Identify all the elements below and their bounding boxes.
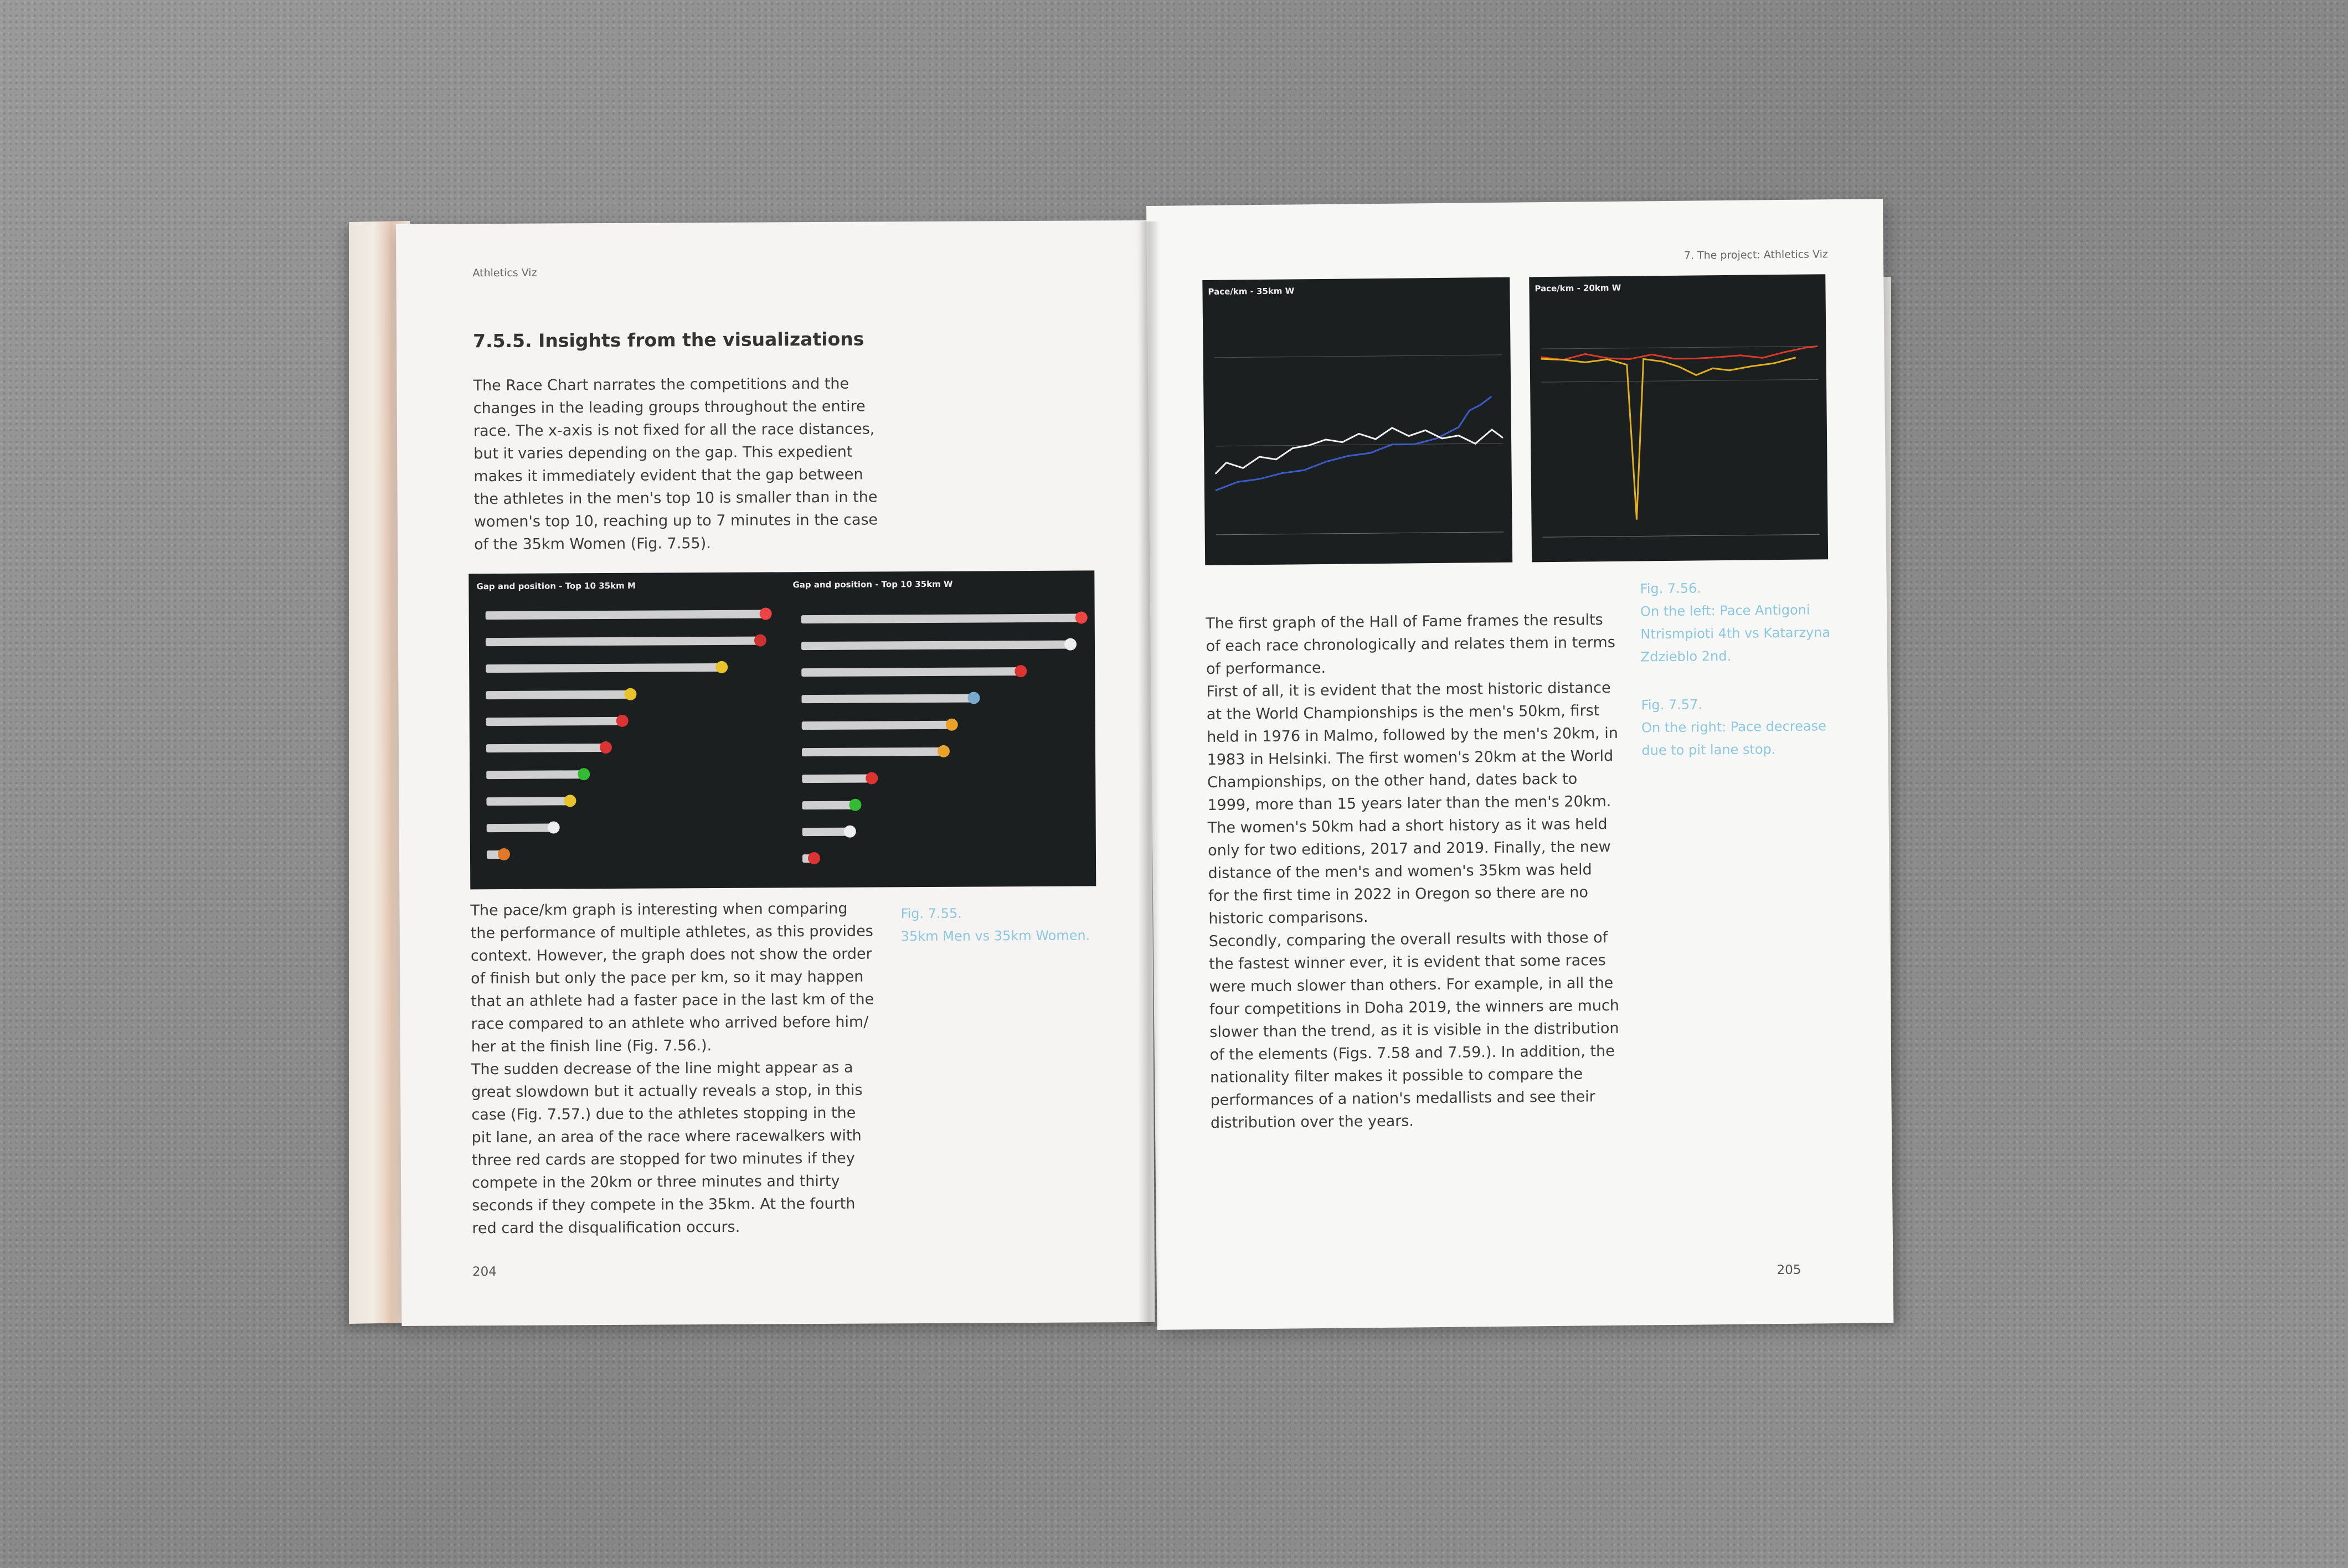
figure-left-title: Gap and position - Top 10 35km M (476, 580, 636, 592)
bar (486, 823, 553, 833)
flag-dot (866, 772, 878, 785)
flag-dot (807, 852, 821, 865)
flag-dot (967, 692, 980, 704)
bar (486, 716, 622, 726)
caption-fig-7-57: Fig. 7.57. On the right: Pace decrease d… (1641, 697, 1827, 759)
flag-dot (945, 718, 958, 731)
bar (485, 636, 760, 647)
flag-dot (843, 825, 856, 838)
pace-chart-20km-women: Pace/km - 20km W (1529, 274, 1829, 563)
bar (801, 667, 1021, 677)
chart1-lines (1214, 354, 1504, 535)
pace-chart-35km-women: Pace/km - 35km W (1202, 277, 1513, 566)
bar (801, 747, 944, 757)
flag-dot (547, 821, 560, 834)
bar (486, 797, 570, 806)
figure-gap-position: Gap and position - Top 10 35km M Gap and… (468, 570, 1096, 890)
bar (801, 720, 951, 730)
flag-dot (1015, 665, 1027, 678)
flag-dot (754, 634, 767, 647)
paragraph-race-chart: The Race Chart narrates the competitions… (473, 375, 878, 554)
figure-right-title: Gap and position - Top 10 35km W (792, 579, 953, 590)
paragraph-hall-of-fame: The first graph of the Hall of Fame fram… (1206, 611, 1620, 1132)
running-head-right: 7. The project: Athletics Viz (1683, 248, 1828, 262)
running-head-left: Athletics Viz (472, 266, 537, 280)
bar (801, 640, 1070, 651)
right-page: 7. The project: Athletics Viz Pace/km - … (1146, 199, 1894, 1330)
bar (802, 827, 849, 837)
flag-dot (564, 795, 576, 807)
flag-dot (599, 741, 612, 754)
bar (486, 663, 722, 673)
flag-dot (849, 798, 862, 811)
flag-dot (578, 768, 590, 781)
bar (801, 694, 974, 704)
caption-fig-7-55: Fig. 7.55. 35km Men vs 35km Women. (900, 905, 1090, 945)
bar (485, 610, 765, 620)
flag-dot (937, 745, 950, 757)
bar (802, 774, 872, 783)
book-gutter (1138, 221, 1160, 1326)
chart2-lines (1541, 345, 1820, 538)
flag-dot (624, 688, 637, 700)
left-page: Athletics Viz 7.5.5. Insights from the v… (396, 220, 1155, 1326)
bar (802, 801, 855, 810)
flag-dot (715, 661, 728, 673)
flag-dot (616, 714, 629, 727)
paragraph-pace-graph: The pace/km graph is interesting when co… (470, 900, 874, 1237)
bar (486, 770, 584, 780)
bar (486, 744, 605, 753)
bar (801, 613, 1081, 624)
section-heading: 7.5.5. Insights from the visualizations (473, 328, 864, 352)
caption-fig-7-56: Fig. 7.56. On the left: Pace Antigoni Nt… (1640, 580, 1831, 665)
flag-dot (497, 848, 511, 861)
page-number-right: 205 (1777, 1262, 1801, 1278)
flag-dot (1064, 638, 1077, 651)
bar (486, 690, 630, 700)
flag-dot (759, 607, 772, 620)
flag-dot (1075, 611, 1088, 624)
page-number-left: 204 (472, 1265, 497, 1280)
